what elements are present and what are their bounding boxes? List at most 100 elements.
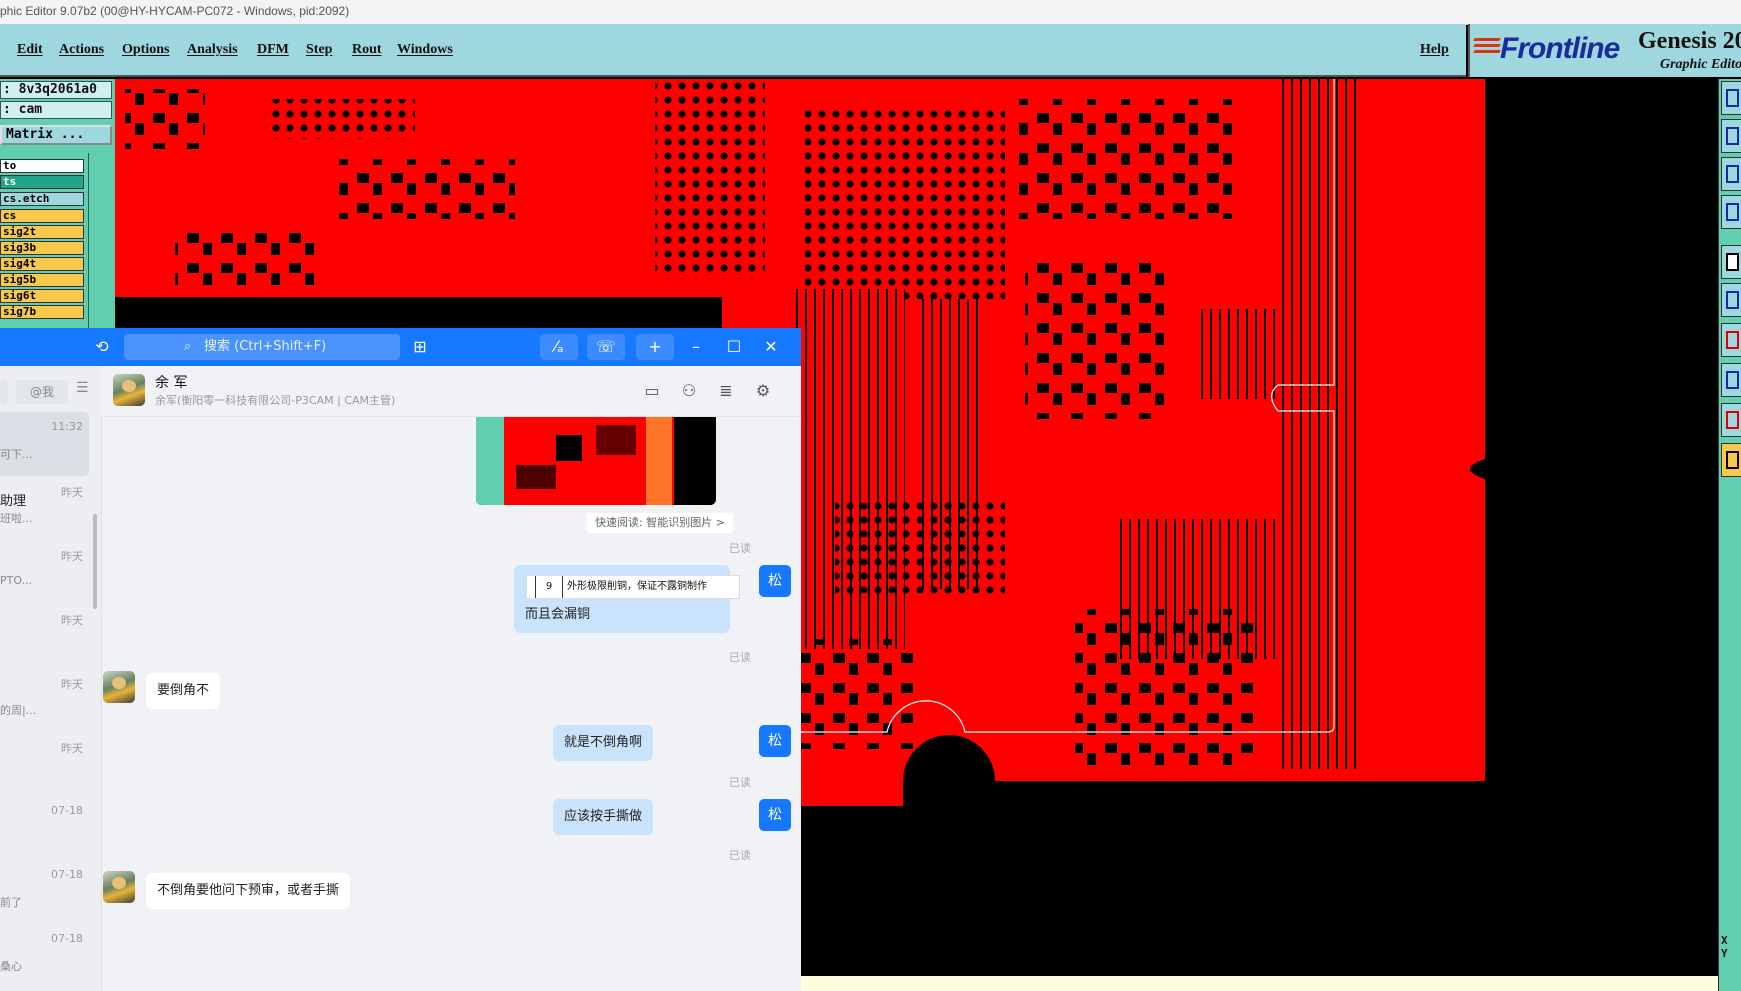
contact-avatar[interactable] bbox=[103, 871, 135, 903]
menu-dfm[interactable]: DFM bbox=[257, 42, 289, 58]
layer-item[interactable]: to bbox=[0, 159, 84, 173]
brand-product: Genesis 20 bbox=[1638, 28, 1741, 54]
conversation-item[interactable]: 昨天 的周|... bbox=[0, 668, 89, 732]
tab-all[interactable] bbox=[0, 380, 8, 404]
layer-panel: : 8v3q2061a0 : cam Matrix ... to ts cs.e… bbox=[0, 79, 115, 329]
layer-item[interactable]: sig5b bbox=[0, 273, 84, 287]
job-name-field[interactable]: : 8v3q2061a0 bbox=[0, 81, 112, 99]
search-icon: ⌕ bbox=[184, 339, 192, 354]
list-menu-icon[interactable]: ☰ bbox=[76, 380, 89, 396]
conv-time: 昨天 bbox=[61, 486, 83, 499]
layer-item[interactable]: cs bbox=[0, 209, 84, 223]
image-message-thumbnail bbox=[476, 417, 716, 505]
tool-button[interactable] bbox=[1721, 323, 1741, 357]
quoted-table-row: 9 外形极限削铜，保证不露铜制作 bbox=[526, 575, 740, 599]
pointer-tool-button[interactable] bbox=[1721, 443, 1741, 477]
frontline-brand: Frontline Genesis 20 Graphic Edito bbox=[1468, 24, 1741, 77]
conv-preview: PTO... bbox=[0, 574, 33, 587]
my-message-bubble[interactable]: 应该按手撕做 bbox=[553, 799, 654, 835]
conversation-item[interactable]: 昨天 bbox=[0, 732, 89, 796]
conversation-item[interactable]: 昨天 bbox=[0, 604, 89, 668]
frontline-logo-icon bbox=[1473, 38, 1501, 62]
contact-avatar[interactable] bbox=[113, 374, 145, 406]
menu-step[interactable]: Step bbox=[306, 42, 332, 58]
conv-time: 11:32 bbox=[51, 420, 83, 433]
my-message-bubble[interactable]: 就是不倒角啊 bbox=[553, 725, 654, 761]
my-avatar[interactable]: 松 bbox=[759, 565, 791, 597]
add-member-icon[interactable]: ⚇ bbox=[678, 380, 700, 402]
conversation-item[interactable]: 07-18 前了 bbox=[0, 860, 89, 924]
conversation-list-scrollbar[interactable] bbox=[93, 514, 97, 609]
minimize-button[interactable]: – bbox=[681, 334, 711, 360]
search-history-icon[interactable]: ≣ bbox=[715, 380, 737, 402]
layer-list-scrollbar[interactable] bbox=[88, 153, 113, 329]
conv-time: 昨天 bbox=[61, 614, 83, 627]
menu-actions[interactable]: Actions bbox=[59, 42, 104, 58]
layer-item[interactable]: sig4t bbox=[0, 257, 84, 271]
ai-assistant-button[interactable]: ⁄ₐ bbox=[540, 334, 578, 360]
my-avatar[interactable]: 松 bbox=[759, 799, 791, 831]
conversation-list: @我 ☰ 11:32 可下... 昨天 助理 班啦... 昨天 PTO... 昨天 昨天… bbox=[0, 366, 102, 991]
layer-item[interactable]: sig6t bbox=[0, 289, 84, 303]
menu-options[interactable]: Options bbox=[122, 42, 169, 58]
chat-toolbar: ⟲ ⌕ 搜索 (Ctrl+Shift+F) ⊞ ⁄ₐ ☏ + – ☐ ✕ bbox=[0, 328, 801, 366]
step-name-field[interactable]: : cam bbox=[0, 101, 112, 119]
matrix-button[interactable]: Matrix ... bbox=[0, 125, 112, 145]
conversation-item[interactable]: 昨天 PTO... bbox=[0, 540, 89, 604]
maximize-button[interactable]: ☐ bbox=[719, 334, 749, 360]
search-placeholder: 搜索 (Ctrl+Shift+F) bbox=[204, 339, 327, 354]
conversation-item[interactable]: 昨天助理班啦... bbox=[0, 476, 89, 540]
quick-read-button[interactable]: 快速阅读: 智能识别图片 > bbox=[587, 513, 733, 533]
conv-preview: 班啦... bbox=[0, 512, 33, 525]
history-icon[interactable]: ⟲ bbox=[90, 334, 114, 360]
layer-item[interactable]: cs.etch bbox=[0, 192, 84, 206]
tool-button[interactable] bbox=[1721, 283, 1741, 317]
my-avatar[interactable]: 松 bbox=[759, 725, 791, 757]
conv-name: 助理 bbox=[0, 494, 27, 509]
conversation-item[interactable]: 07-18 bbox=[0, 796, 89, 860]
tool-button[interactable] bbox=[1721, 363, 1741, 397]
edge-connector bbox=[1278, 79, 1356, 769]
apps-grid-icon[interactable]: ⊞ bbox=[408, 334, 432, 360]
conv-time: 昨天 bbox=[61, 742, 83, 755]
tool-button[interactable] bbox=[1721, 157, 1741, 191]
tool-icon bbox=[1726, 411, 1739, 429]
genesis-menu-bar: Edit Actions Options Analysis DFM Step R… bbox=[0, 24, 1466, 77]
menu-rout[interactable]: Rout bbox=[352, 42, 382, 58]
tool-button[interactable] bbox=[1721, 195, 1741, 229]
tool-icon bbox=[1726, 253, 1739, 271]
call-button[interactable]: ☏ bbox=[587, 334, 625, 360]
read-status: 已读 bbox=[729, 651, 751, 664]
settings-gear-icon[interactable]: ⚙ bbox=[752, 380, 774, 402]
tool-button[interactable] bbox=[1721, 81, 1741, 115]
pointer-icon bbox=[1726, 451, 1739, 469]
menu-edit[interactable]: Edit bbox=[17, 42, 43, 58]
their-message-bubble[interactable]: 不倒角要他问下预审，或者手撕 bbox=[146, 873, 351, 909]
menu-help[interactable]: Help bbox=[1420, 42, 1449, 58]
menu-windows[interactable]: Windows bbox=[397, 42, 453, 58]
their-message-bubble[interactable]: 要倒角不 bbox=[146, 673, 221, 709]
my-message-bubble[interactable]: 9 外形极限削铜，保证不露铜制作 而且会漏铜 bbox=[514, 565, 740, 633]
tab-mentions[interactable]: @我 bbox=[16, 380, 68, 404]
close-button[interactable]: ✕ bbox=[756, 334, 786, 360]
conversation-item[interactable]: 11:32 可下... bbox=[0, 412, 89, 476]
tool-button[interactable] bbox=[1721, 245, 1741, 279]
menu-analysis[interactable]: Analysis bbox=[187, 42, 238, 58]
os-title-bar: phic Editor 9.07b2 (00@HY-HYCAM-PC072 - … bbox=[0, 0, 1741, 25]
read-status: 已读 bbox=[729, 542, 751, 555]
tool-button[interactable] bbox=[1721, 119, 1741, 153]
conversation-item[interactable]: 07-18 桑心 bbox=[0, 924, 89, 988]
contact-avatar[interactable] bbox=[103, 671, 135, 703]
layer-item[interactable]: sig7b bbox=[0, 305, 84, 319]
layer-item[interactable]: sig2t bbox=[0, 225, 84, 239]
search-input[interactable]: ⌕ 搜索 (Ctrl+Shift+F) bbox=[124, 334, 400, 360]
layer-item[interactable]: ts bbox=[0, 175, 84, 189]
folder-icon[interactable]: ▭ bbox=[641, 380, 663, 402]
layer-item[interactable]: sig3b bbox=[0, 241, 84, 255]
image-message[interactable] bbox=[476, 417, 716, 505]
add-button[interactable]: + bbox=[636, 334, 674, 360]
conv-preview: 桑心 bbox=[0, 960, 22, 973]
tool-button[interactable] bbox=[1721, 403, 1741, 437]
brand-logo-text: Frontline bbox=[1500, 32, 1620, 65]
conv-preview: 前了 bbox=[0, 896, 22, 909]
